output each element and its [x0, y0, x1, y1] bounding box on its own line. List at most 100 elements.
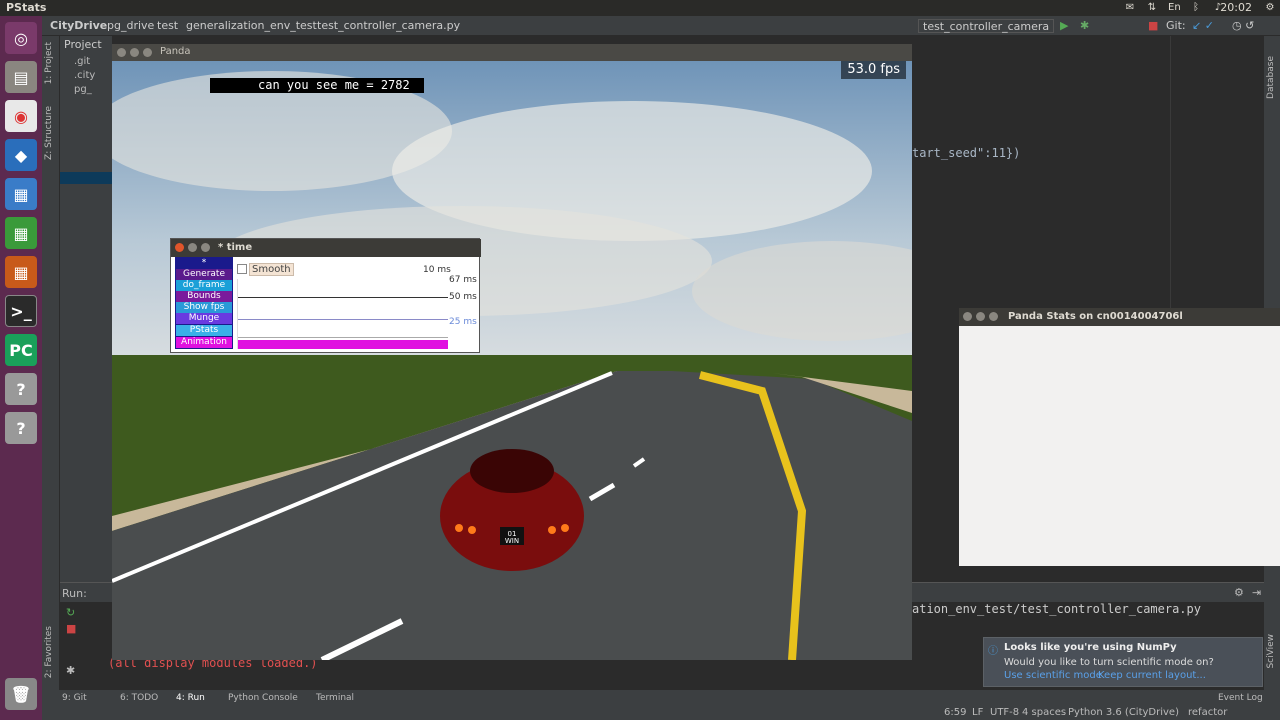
event-log[interactable]: Event Log [1218, 693, 1263, 703]
top-panel: PStats ✉ ⇅ En ᛒ ♪ 20:02 ⚙ [0, 0, 1280, 16]
run-output-path: ation_env_test/test_controller_camera.py [912, 602, 1201, 616]
stat-label[interactable]: * [176, 258, 232, 269]
numpy-notification: ⓘ Looks like you're using NumPy Would yo… [983, 637, 1263, 687]
breadcrumb[interactable]: generalization_env_test [186, 19, 317, 33]
tab-project[interactable]: 1: Project [44, 42, 54, 84]
ubuntu-icon[interactable]: ◎ [5, 22, 37, 54]
stat-label[interactable]: Bounds [176, 291, 232, 302]
settings-icon[interactable]: ⚙ [1234, 586, 1244, 599]
tail-light [455, 524, 463, 532]
smooth-checkbox[interactable] [237, 264, 247, 274]
keyboard-icon[interactable]: En [1168, 2, 1181, 13]
breadcrumb[interactable]: test_controller_camera.py [317, 19, 460, 33]
info-icon: ⓘ [988, 646, 998, 657]
panda-3d-viewport[interactable]: 01 WIN 53.0 fps can you see me = 2782 [112, 61, 912, 660]
smooth-label[interactable]: Smooth [249, 263, 294, 276]
line-separator[interactable]: LF [972, 707, 983, 718]
stop-icon[interactable]: ■ [66, 622, 76, 635]
stat-label[interactable]: do_frame [176, 280, 232, 291]
tab-favorites[interactable]: 2: Favorites [44, 626, 54, 678]
tab-terminal[interactable]: Terminal [316, 693, 354, 703]
status-bar: 6:59 LF UTF-8 4 spaces Python 3.6 (CityD… [42, 706, 1280, 720]
impress-icon[interactable]: ▦ [5, 256, 37, 288]
stat-label[interactable]: Animation [176, 337, 232, 348]
unknown-app-icon[interactable]: ? [5, 373, 37, 405]
run-config-select[interactable]: test_controller_camera [918, 19, 1055, 33]
clock[interactable]: 20:02 [1220, 1, 1252, 14]
breadcrumb[interactable]: test [157, 19, 178, 33]
maximize-icon[interactable] [143, 48, 152, 57]
pstats-time-window[interactable]: * time * Generate Tex do_frame Bounds Sh… [170, 238, 481, 353]
unknown-app-icon[interactable]: ? [5, 412, 37, 444]
time-titlebar: * time [171, 239, 481, 257]
close-icon[interactable] [963, 312, 972, 321]
pycharm-icon[interactable]: PC [5, 334, 37, 366]
stop-icon[interactable]: ■ [1148, 19, 1158, 33]
interpreter[interactable]: Python 3.6 (CityDrive) [1068, 707, 1179, 718]
stat-label[interactable]: PStats [176, 325, 232, 336]
stat-label[interactable]: Show fps [176, 302, 232, 313]
indent-setting[interactable]: 4 spaces [1022, 707, 1066, 718]
breadcrumb[interactable]: CityDrive [50, 19, 107, 33]
tree-selection[interactable] [60, 172, 112, 184]
code-line[interactable]: tart_seed":11}) [912, 146, 1020, 160]
writer-icon[interactable]: ▦ [5, 178, 37, 210]
minimize-icon[interactable] [976, 312, 985, 321]
history-icon[interactable]: ◷ ↺ [1232, 19, 1254, 33]
use-scientific-link[interactable]: Use scientific mode [1004, 670, 1102, 681]
strip-chart[interactable] [237, 279, 448, 349]
tool-window-bar: 9: Git 6: TODO 4: Run Python Console Ter… [42, 690, 1280, 706]
terminal-icon[interactable]: >_ [5, 295, 37, 327]
keep-layout-link[interactable]: Keep current layout... [1098, 670, 1206, 681]
tree-item[interactable]: .city [74, 70, 95, 81]
caret-position[interactable]: 6:59 [944, 707, 966, 718]
hide-icon[interactable]: ⇥ [1252, 586, 1261, 599]
project-label[interactable]: Project [64, 38, 102, 51]
maximize-icon[interactable] [989, 312, 998, 321]
git-update-icon[interactable]: ↙ ✓ [1192, 19, 1214, 33]
tab-python-console[interactable]: Python Console [228, 693, 298, 703]
tab-sciview[interactable]: SciView [1266, 634, 1276, 669]
panda-titlebar: Panda [112, 44, 912, 61]
calc-icon[interactable]: ▦ [5, 217, 37, 249]
bluetooth-icon[interactable]: ᛒ [1190, 2, 1202, 13]
tab-database[interactable]: Database [1266, 56, 1276, 99]
tail-light [548, 526, 556, 534]
scene: 01 WIN [112, 61, 912, 660]
stat-label[interactable]: Generate Tex [176, 269, 232, 290]
debug-icon[interactable]: ✱ [1080, 19, 1089, 33]
numpy-body: Would you like to turn scientific mode o… [1004, 657, 1214, 668]
maximize-icon[interactable] [201, 243, 210, 252]
tick-label: 50 ms [449, 292, 477, 302]
car-window [470, 449, 554, 493]
chrome-icon[interactable]: ◉ [5, 100, 37, 132]
close-icon[interactable] [117, 48, 126, 57]
fps-meter: 53.0 fps [841, 61, 906, 79]
gear-icon[interactable]: ⚙ [1264, 2, 1276, 13]
rerun-icon[interactable]: ↻ [66, 606, 75, 619]
files-icon[interactable]: ▤ [5, 61, 37, 93]
run-icon[interactable]: ▶ [1060, 19, 1068, 33]
git-branch[interactable]: refactor [1188, 707, 1227, 718]
pstats-main-window[interactable] [959, 326, 1280, 566]
panda-title: Panda [160, 46, 191, 57]
window-title: PStats [6, 1, 47, 14]
tab-todo[interactable]: 6: TODO [120, 693, 158, 703]
tree-item[interactable]: .git [74, 56, 90, 67]
tab-structure[interactable]: Z: Structure [44, 106, 54, 160]
tail-light [561, 524, 569, 532]
trash-icon[interactable]: 🗑 [5, 678, 37, 710]
minimize-icon[interactable] [188, 243, 197, 252]
mail-icon[interactable]: ✉ [1124, 2, 1136, 13]
file-encoding[interactable]: UTF-8 [990, 707, 1019, 718]
tab-run[interactable]: 4: Run [176, 693, 205, 703]
close-icon[interactable] [175, 243, 184, 252]
network-icon[interactable]: ⇅ [1146, 2, 1158, 13]
tree-item[interactable]: pg_ [74, 84, 92, 95]
vscode-icon[interactable]: ◆ [5, 139, 37, 171]
tab-git[interactable]: 9: Git [62, 693, 87, 703]
breadcrumb[interactable]: pg_drive [107, 19, 154, 33]
pin-icon[interactable]: ✱ [66, 664, 75, 677]
minimize-icon[interactable] [130, 48, 139, 57]
stat-label[interactable]: Munge [176, 313, 232, 324]
